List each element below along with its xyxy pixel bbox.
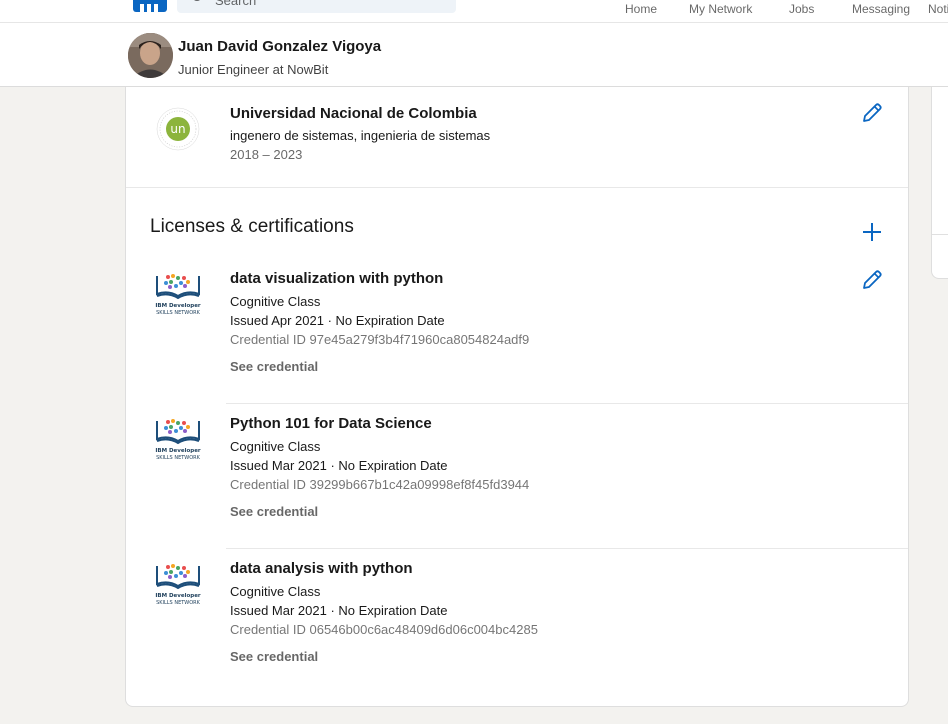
certification-name[interactable]: Python 101 for Data Science: [230, 415, 432, 432]
edit-certifications-button[interactable]: [860, 268, 884, 292]
profile-section-card: un Universidad Nacional de Colombia inge…: [125, 87, 909, 707]
logo-text-line2: SKILLS NETWORK: [156, 455, 201, 461]
logo-text-line1: IBM Developer: [155, 448, 201, 454]
education-school[interactable]: Universidad Nacional de Colombia: [230, 105, 477, 122]
avatar[interactable]: [128, 33, 173, 78]
search-placeholder: Search: [215, 0, 257, 8]
profile-headline: Junior Engineer at NowBit: [178, 62, 329, 77]
certification-name[interactable]: data analysis with python: [230, 560, 413, 577]
logo-text-line1: IBM Developer: [155, 303, 201, 309]
see-credential-link[interactable]: See credential: [230, 504, 318, 519]
credential-id: Credential ID 97e45a279f3b4f71960ca80548…: [230, 332, 530, 347]
certification-issuer: Cognitive Class: [230, 584, 321, 599]
global-nav: Search Home My Network Jobs Messaging No…: [0, 0, 948, 22]
certification-name[interactable]: data visualization with python: [230, 270, 443, 287]
nav-messaging[interactable]: Messaging: [852, 2, 910, 16]
education-degree: ingenero de sistemas, ingenieria de sist…: [230, 128, 491, 143]
ibm-skills-network-logo: IBM Developer SKILLS NETWORK: [154, 417, 204, 463]
profile-sticky-header: Juan David Gonzalez Vigoya Junior Engine…: [0, 22, 948, 87]
item-divider: [226, 548, 908, 549]
nav-home[interactable]: Home: [625, 2, 657, 16]
certification-item: IBM Developer SKILLS NETWORK Python 101 …: [126, 405, 908, 550]
logo-text-line2: SKILLS NETWORK: [156, 600, 201, 606]
see-credential-link[interactable]: See credential: [230, 359, 318, 374]
university-logo-text: un: [170, 122, 185, 136]
logo-text-line2: SKILLS NETWORK: [156, 310, 201, 316]
see-credential-link[interactable]: See credential: [230, 649, 318, 664]
section-title: Licenses & certifications: [150, 216, 354, 237]
nav-jobs[interactable]: Jobs: [789, 2, 814, 16]
education-dates: 2018 – 2023: [230, 147, 303, 162]
certification-issued: Issued Mar 2021 · No Expiration Date: [230, 603, 448, 618]
profile-name: Juan David Gonzalez Vigoya: [178, 38, 382, 55]
nav-my-network[interactable]: My Network: [689, 2, 752, 16]
ibm-skills-network-logo: IBM Developer SKILLS NETWORK: [154, 272, 204, 318]
search-icon: [192, 0, 202, 1]
certification-item: IBM Developer SKILLS NETWORK data visual…: [126, 260, 908, 405]
search-input[interactable]: Search: [177, 0, 456, 13]
item-divider: [226, 403, 908, 404]
add-certification-button[interactable]: [860, 220, 884, 244]
university-logo: un: [156, 107, 200, 151]
credential-id: Credential ID 39299b667b1c42a09998ef8f45…: [230, 477, 530, 492]
certification-issued: Issued Mar 2021 · No Expiration Date: [230, 458, 448, 473]
section-divider: [126, 187, 908, 188]
side-card: [931, 87, 948, 279]
pencil-icon: [863, 270, 882, 289]
certification-issued: Issued Apr 2021 · No Expiration Date: [230, 313, 445, 328]
ibm-skills-network-logo: IBM Developer SKILLS NETWORK: [154, 562, 204, 608]
credential-id: Credential ID 06546b00c6ac48409d6d06c004…: [230, 622, 538, 637]
linkedin-logo[interactable]: [133, 0, 167, 12]
edit-education-button[interactable]: [860, 101, 884, 125]
certification-issuer: Cognitive Class: [230, 439, 321, 454]
certification-issuer: Cognitive Class: [230, 294, 321, 309]
pencil-icon: [863, 103, 882, 122]
nav-notifications[interactable]: Notifications: [928, 2, 948, 16]
plus-icon: [863, 223, 881, 241]
certification-item: IBM Developer SKILLS NETWORK data analys…: [126, 550, 908, 695]
logo-text-line1: IBM Developer: [155, 593, 201, 599]
